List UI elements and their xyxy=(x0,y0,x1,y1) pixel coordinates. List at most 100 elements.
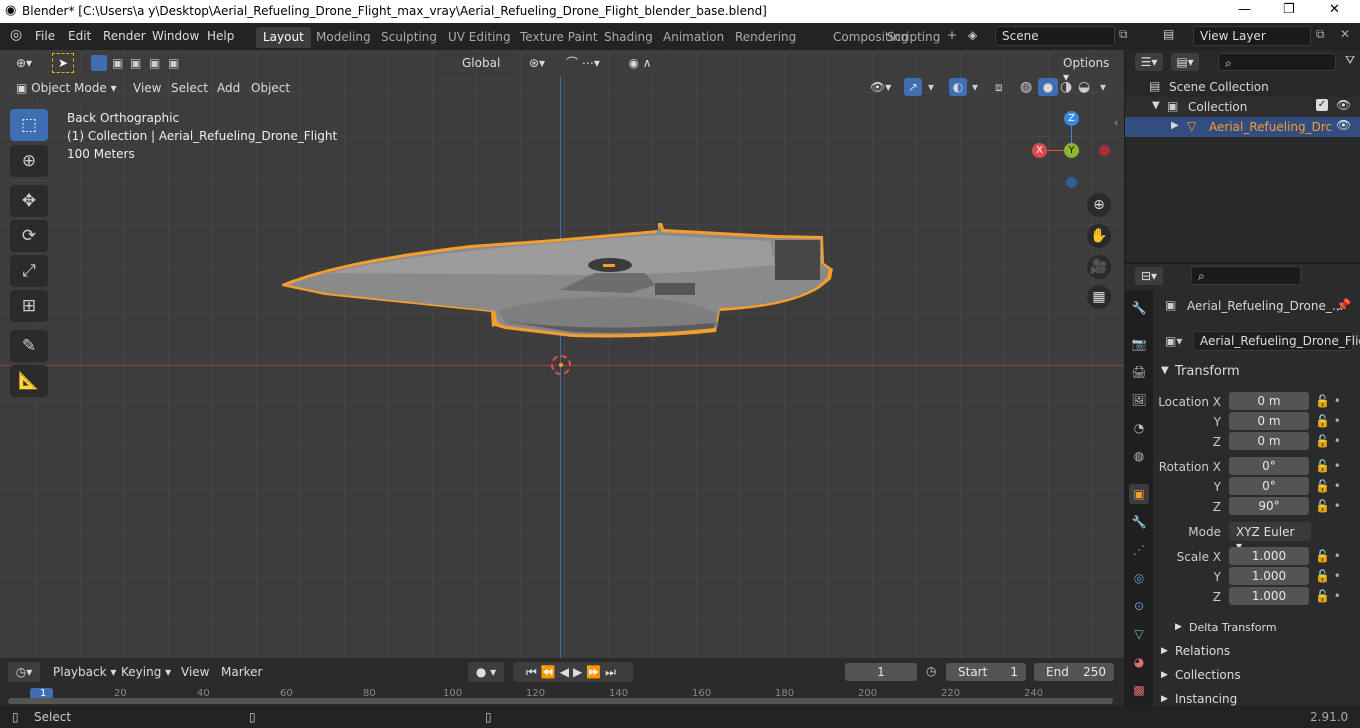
blender-menu-icon[interactable]: ◎ xyxy=(10,27,22,43)
data-tab-icon[interactable]: ▽ xyxy=(1129,624,1149,644)
overlays-dropdown-icon[interactable]: ▾ xyxy=(972,80,978,94)
mode-dropdown[interactable]: ▣ Object Mode ▾ xyxy=(10,78,118,98)
view-layer-icon[interactable]: ▤ xyxy=(1163,27,1174,41)
transform-header[interactable]: Transform xyxy=(1175,364,1240,379)
solid-shading-icon[interactable]: ● xyxy=(1038,78,1058,96)
object-eye-icon[interactable]: 👁 xyxy=(1336,118,1351,132)
render-tab-icon[interactable]: 📷 xyxy=(1129,334,1149,354)
select-tool-icon[interactable]: ⬚ xyxy=(10,109,48,141)
lock-scale-y-icon[interactable]: 🔓 • xyxy=(1315,569,1341,583)
measure-tool-icon[interactable]: 📐 xyxy=(10,365,48,397)
select-subtract-icon[interactable]: ▣ xyxy=(130,56,141,70)
clock-icon[interactable]: ◷ xyxy=(926,664,936,678)
lock-scale-z-icon[interactable]: 🔓 • xyxy=(1315,589,1341,603)
lock-location-z-icon[interactable]: 🔓 • xyxy=(1315,434,1341,448)
relations-expand-icon[interactable]: ▶ xyxy=(1161,646,1168,656)
outliner-row-collection[interactable]: ▼ ▣ Collection ✓ 👁 xyxy=(1125,97,1360,117)
tab-layout[interactable]: Layout xyxy=(256,27,311,48)
select-intersect-icon[interactable]: ▣ xyxy=(168,56,179,70)
zoom-icon[interactable]: ⊕ xyxy=(1087,193,1111,217)
display-mode-icon[interactable]: ▤▾ xyxy=(1171,53,1199,71)
collection-eye-icon[interactable]: 👁 xyxy=(1336,98,1351,112)
gizmo-z-axis[interactable]: Z xyxy=(1064,111,1079,126)
location-x-field[interactable]: 0 m xyxy=(1229,392,1309,410)
sidebar-toggle-icon[interactable]: ‹ xyxy=(1114,116,1118,129)
lock-rotation-z-icon[interactable]: 🔓 • xyxy=(1315,499,1341,513)
gizmo-neg-x-axis[interactable] xyxy=(1099,145,1110,156)
drone-model[interactable] xyxy=(270,215,850,345)
expand-arrow-icon[interactable]: ▶ xyxy=(1171,120,1179,131)
camera-view-icon[interactable]: 🎥 xyxy=(1087,255,1111,279)
frame-ruler[interactable]: 1 20 40 60 80 100 120 140 160 180 200 22… xyxy=(0,686,1124,706)
output-tab-icon[interactable]: 🖨 xyxy=(1129,362,1149,382)
lock-location-y-icon[interactable]: 🔓 • xyxy=(1315,414,1341,428)
rotation-mode-dropdown[interactable]: XYZ Euler ▾ xyxy=(1229,522,1311,553)
menu-edit[interactable]: Edit xyxy=(68,29,91,43)
rotation-z-field[interactable]: 90° xyxy=(1229,497,1309,515)
remove-view-layer-icon[interactable]: ✕ xyxy=(1340,27,1350,41)
menu-help[interactable]: Help xyxy=(207,29,234,43)
menu-file[interactable]: File xyxy=(35,29,55,43)
transform-expand-icon[interactable]: ▼ xyxy=(1161,365,1169,376)
expand-arrow-icon[interactable]: ▼ xyxy=(1152,100,1160,111)
perspective-toggle-icon[interactable]: ▦ xyxy=(1087,285,1111,309)
visibility-icon[interactable]: 👁▾ xyxy=(870,80,891,94)
collections-header[interactable]: Collections xyxy=(1175,668,1241,682)
timeline-editor-type-icon[interactable]: ◷▾ xyxy=(8,662,40,682)
menu-window[interactable]: Window xyxy=(152,29,199,43)
cursor-tool-icon[interactable]: ⊕ xyxy=(10,145,48,177)
rendered-shading-icon[interactable]: ◒ xyxy=(1078,79,1090,95)
relations-header[interactable]: Relations xyxy=(1175,644,1230,658)
select-new-icon[interactable] xyxy=(91,55,107,71)
menu-add[interactable]: Add xyxy=(217,81,240,95)
scene-icon[interactable]: ◈ xyxy=(968,28,977,42)
lock-scale-x-icon[interactable]: 🔓 • xyxy=(1315,549,1341,563)
3d-viewport[interactable]: ⊕▾ ➤ ▣ ▣ ▣ ▣ Global ⊛▾ ⌒ ⋯▾ ◉ ∧ Options … xyxy=(0,50,1124,658)
collection-checkbox[interactable]: ✓ xyxy=(1316,99,1328,111)
menu-view[interactable]: View xyxy=(133,81,161,95)
select-invert-icon[interactable]: ▣ xyxy=(149,56,160,70)
new-scene-icon[interactable]: ⧉ xyxy=(1119,27,1128,42)
current-frame-field[interactable]: 1 xyxy=(845,663,917,681)
pan-hand-icon[interactable]: ✋ xyxy=(1087,224,1111,248)
scene-field[interactable]: Scene xyxy=(995,26,1115,46)
gizmo-dropdown-icon[interactable]: ▾ xyxy=(928,80,934,94)
outliner-filter-icon[interactable]: ⛛ xyxy=(1345,53,1355,68)
object-name-field[interactable]: Aerial_Refueling_Drone_Flight xyxy=(1193,331,1360,351)
tab-texture-paint[interactable]: Texture Paint xyxy=(513,27,604,48)
instancing-header[interactable]: Instancing xyxy=(1175,692,1237,706)
maximize-button[interactable]: ❐ xyxy=(1283,2,1295,17)
start-frame-field[interactable]: Start 1 xyxy=(946,663,1026,681)
view-layer-field[interactable]: View Layer xyxy=(1193,26,1311,46)
properties-editor-type-icon[interactable]: ⊟▾ xyxy=(1135,267,1163,285)
delta-transform-header[interactable]: Delta Transform xyxy=(1189,621,1277,634)
scale-tool-icon[interactable]: ⤢ xyxy=(10,255,48,287)
snap-icon[interactable]: ⌒ ⋯▾ xyxy=(558,53,608,73)
menu-playback[interactable]: Playback ▾ xyxy=(53,665,116,679)
menu-keying[interactable]: Keying ▾ xyxy=(121,665,171,679)
outliner-editor-type-icon[interactable]: ☰▾ xyxy=(1135,53,1163,71)
menu-render[interactable]: Render xyxy=(103,29,146,43)
lock-location-x-icon[interactable]: 🔓 • xyxy=(1315,394,1341,408)
menu-object[interactable]: Object xyxy=(251,81,290,95)
texture-tab-icon[interactable]: ▩ xyxy=(1129,680,1149,700)
location-z-field[interactable]: 0 m xyxy=(1229,432,1309,450)
rotation-x-field[interactable]: 0° xyxy=(1229,457,1309,475)
menu-select[interactable]: Select xyxy=(171,81,208,95)
end-frame-field[interactable]: End 250 xyxy=(1034,663,1114,681)
minimize-button[interactable]: — xyxy=(1238,2,1251,17)
tab-scripting[interactable]: Scripting xyxy=(880,27,947,48)
properties-search-input[interactable]: ⌕ xyxy=(1191,266,1301,285)
pin-icon[interactable]: 📌 xyxy=(1336,298,1351,312)
playback-controls[interactable]: ⏮⏪◀▶⏩⏭ xyxy=(513,662,633,682)
add-workspace-icon[interactable]: + xyxy=(947,28,957,42)
collections-expand-icon[interactable]: ▶ xyxy=(1161,670,1168,680)
shading-dropdown-icon[interactable]: ▾ xyxy=(1100,80,1106,94)
delta-expand-icon[interactable]: ▶ xyxy=(1175,622,1182,632)
scale-x-field[interactable]: 1.000 xyxy=(1229,547,1309,565)
location-y-field[interactable]: 0 m xyxy=(1229,412,1309,430)
transform-orientation-dropdown[interactable]: Global xyxy=(437,53,514,73)
lock-rotation-x-icon[interactable]: 🔓 • xyxy=(1315,459,1341,473)
outliner-row-scene-collection[interactable]: ▤ Scene Collection xyxy=(1125,77,1360,97)
close-button[interactable]: ✕ xyxy=(1329,2,1340,17)
